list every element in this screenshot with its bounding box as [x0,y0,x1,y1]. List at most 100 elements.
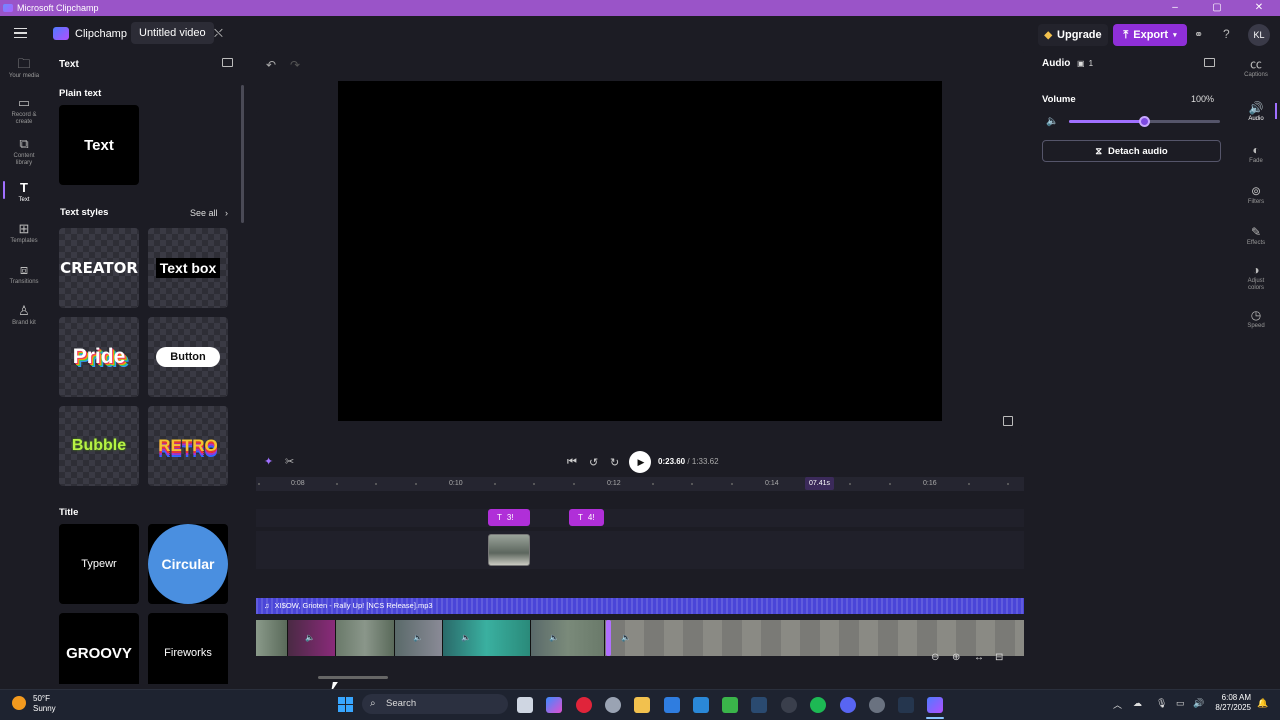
rail-item-effects[interactable]: ✎ Effects [1238,224,1274,247]
spotify-icon[interactable] [810,697,826,713]
rail-item-fade[interactable]: ◐ Fade [1238,142,1274,165]
time-display: 0:23.60 / 1:33.62 [658,457,719,466]
rail-item-record-create[interactable]: ▭ Record & create [0,95,48,126]
magic-sparkle-icon[interactable]: ✦ [264,455,273,468]
collapse-panel-icon[interactable] [222,58,233,67]
volume-slider-thumb[interactable] [1139,116,1150,127]
rewind-icon[interactable]: ↺ [589,456,598,469]
photos-icon[interactable] [693,697,709,713]
video-track[interactable] [256,620,1024,656]
panel-scrollbar[interactable] [241,85,244,223]
discord-icon[interactable] [840,697,856,713]
video-preview-canvas[interactable] [338,81,942,421]
text-clip[interactable]: T 4! [569,509,604,526]
style-tile-text-box[interactable]: Text box [148,228,228,308]
chrome-icon[interactable] [605,697,621,713]
maximize-button[interactable]: ▢ [1196,0,1238,16]
text-clip[interactable]: T 3! [488,509,530,526]
outlook-icon[interactable] [664,697,680,713]
onedrive-cloud-icon[interactable]: ☁ [1133,698,1142,709]
epic-games-icon[interactable] [781,697,797,713]
rail-item-audio[interactable]: 🔊 Audio [1238,100,1274,123]
rail-item-adjust-colors[interactable]: ◑ Adjust colors [1238,262,1274,292]
rail-item-content-library[interactable]: ⧉ Content library [0,136,48,167]
project-name-field[interactable]: Untitled video [131,22,214,44]
rail-item-text[interactable]: T Text [0,180,48,204]
hamburger-menu-icon[interactable] [14,28,27,38]
fullscreen-icon[interactable] [1003,416,1013,426]
taskbar-clock[interactable]: 6:08 AM 8/27/2025 [1205,693,1251,713]
microphone-icon[interactable]: 🎙 [1156,698,1167,709]
video-clip[interactable] [256,620,288,656]
user-avatar[interactable]: KL [1248,24,1270,46]
windows-start-icon[interactable] [338,697,353,712]
clipchamp-taskbar-icon[interactable] [927,697,943,713]
timeline-layout-icon[interactable]: ⊟ [995,652,1003,663]
steam-icon[interactable] [751,697,767,713]
timeline-ruler[interactable] [256,477,1024,491]
notification-bell-icon[interactable]: 🔔 [1257,698,1268,709]
file-explorer-icon[interactable] [634,697,650,713]
opera-icon[interactable] [576,697,592,713]
tray-chevron-up-icon[interactable]: ︿ [1113,698,1122,711]
weather-widget[interactable]: 50°F Sunny [33,694,56,714]
video-clip[interactable] [443,620,531,656]
rail-item-templates[interactable]: ⊞ Templates [0,221,48,245]
timeline-horizontal-scrollbar[interactable] [318,676,388,679]
upgrade-button[interactable]: ◆ Upgrade [1038,24,1108,46]
title-tile-groovy[interactable]: GROOVY [59,613,139,684]
zoom-in-icon[interactable]: ⊕ [952,652,960,663]
rail-item-transitions[interactable]: ⧈ Transitions [0,262,48,286]
share-icon[interactable]: ⚭ [1194,28,1203,41]
selection-count: ▣ 1 [1077,59,1094,68]
sync-off-icon[interactable]: ⛌ [214,26,223,41]
undo-icon[interactable]: ↶ [266,58,276,72]
skip-to-start-icon[interactable]: ⏮ [567,456,577,469]
collapse-properties-icon[interactable] [1204,58,1215,67]
rail-item-filters[interactable]: ⊚ Filters [1238,183,1274,206]
video-clip[interactable] [605,620,1024,656]
steam-alt-icon[interactable] [898,697,914,713]
overlay-track-lane [256,531,1024,569]
close-button[interactable]: ✕ [1238,0,1280,16]
copilot-icon[interactable] [546,697,562,713]
help-icon[interactable]: ? [1223,27,1230,41]
style-tile-bubble[interactable]: Bubble [59,406,139,486]
rail-item-speed[interactable]: ◷ Speed [1238,307,1274,330]
split-scissors-icon[interactable]: ✂ [285,455,294,468]
volume-icon[interactable]: 🔈 [1046,116,1058,127]
play-button[interactable]: ▶ [629,451,651,473]
playhead-handle[interactable] [606,620,611,656]
video-clip[interactable] [336,620,395,656]
rail-item-brand-kit[interactable]: ♙ Brand kit [0,303,48,327]
style-tile-retro[interactable]: RETRO [148,406,228,486]
xbox-icon[interactable] [722,697,738,713]
task-view-icon[interactable] [517,697,533,713]
plain-text-tile[interactable]: Text [59,105,139,185]
video-clip[interactable] [531,620,605,656]
rail-item-your-media[interactable]: 🗀 Your media [0,56,48,80]
export-button[interactable]: ⤒ Export ▾ [1113,24,1187,46]
style-tile-creator[interactable]: CREATOR [59,228,139,308]
network-icon[interactable]: ▭ [1176,698,1185,709]
settings-icon[interactable] [869,697,885,713]
taskbar-search-box[interactable]: ⌕ Search [362,694,508,714]
forward-icon[interactable]: ↻ [610,456,619,469]
adjust-colors-icon: ◑ [1252,263,1260,277]
brand-name: Clipchamp [75,28,127,40]
rail-item-captions[interactable]: ㏄ Captions [1238,56,1274,79]
style-tile-button[interactable]: Button [148,317,228,397]
fit-to-timeline-icon[interactable]: ↔ [974,652,984,663]
title-tile-circular[interactable]: Circular [148,524,228,604]
playhead-time-label: 07.41s [805,477,835,490]
see-all-link[interactable]: See all › [190,208,228,218]
redo-icon[interactable]: ↷ [290,58,300,72]
zoom-out-icon[interactable]: ⊖ [931,652,939,663]
volume-tray-icon[interactable]: 🔊 [1193,698,1204,709]
overlay-video-clip[interactable] [488,534,530,566]
title-tile-fireworks[interactable]: Fireworks [148,613,228,684]
title-tile-typewriter[interactable]: Typewr [59,524,139,604]
minimize-button[interactable]: – [1154,0,1196,16]
detach-audio-button[interactable]: ⧖ Detach audio [1042,140,1221,162]
style-tile-pride[interactable]: Pride [59,317,139,397]
